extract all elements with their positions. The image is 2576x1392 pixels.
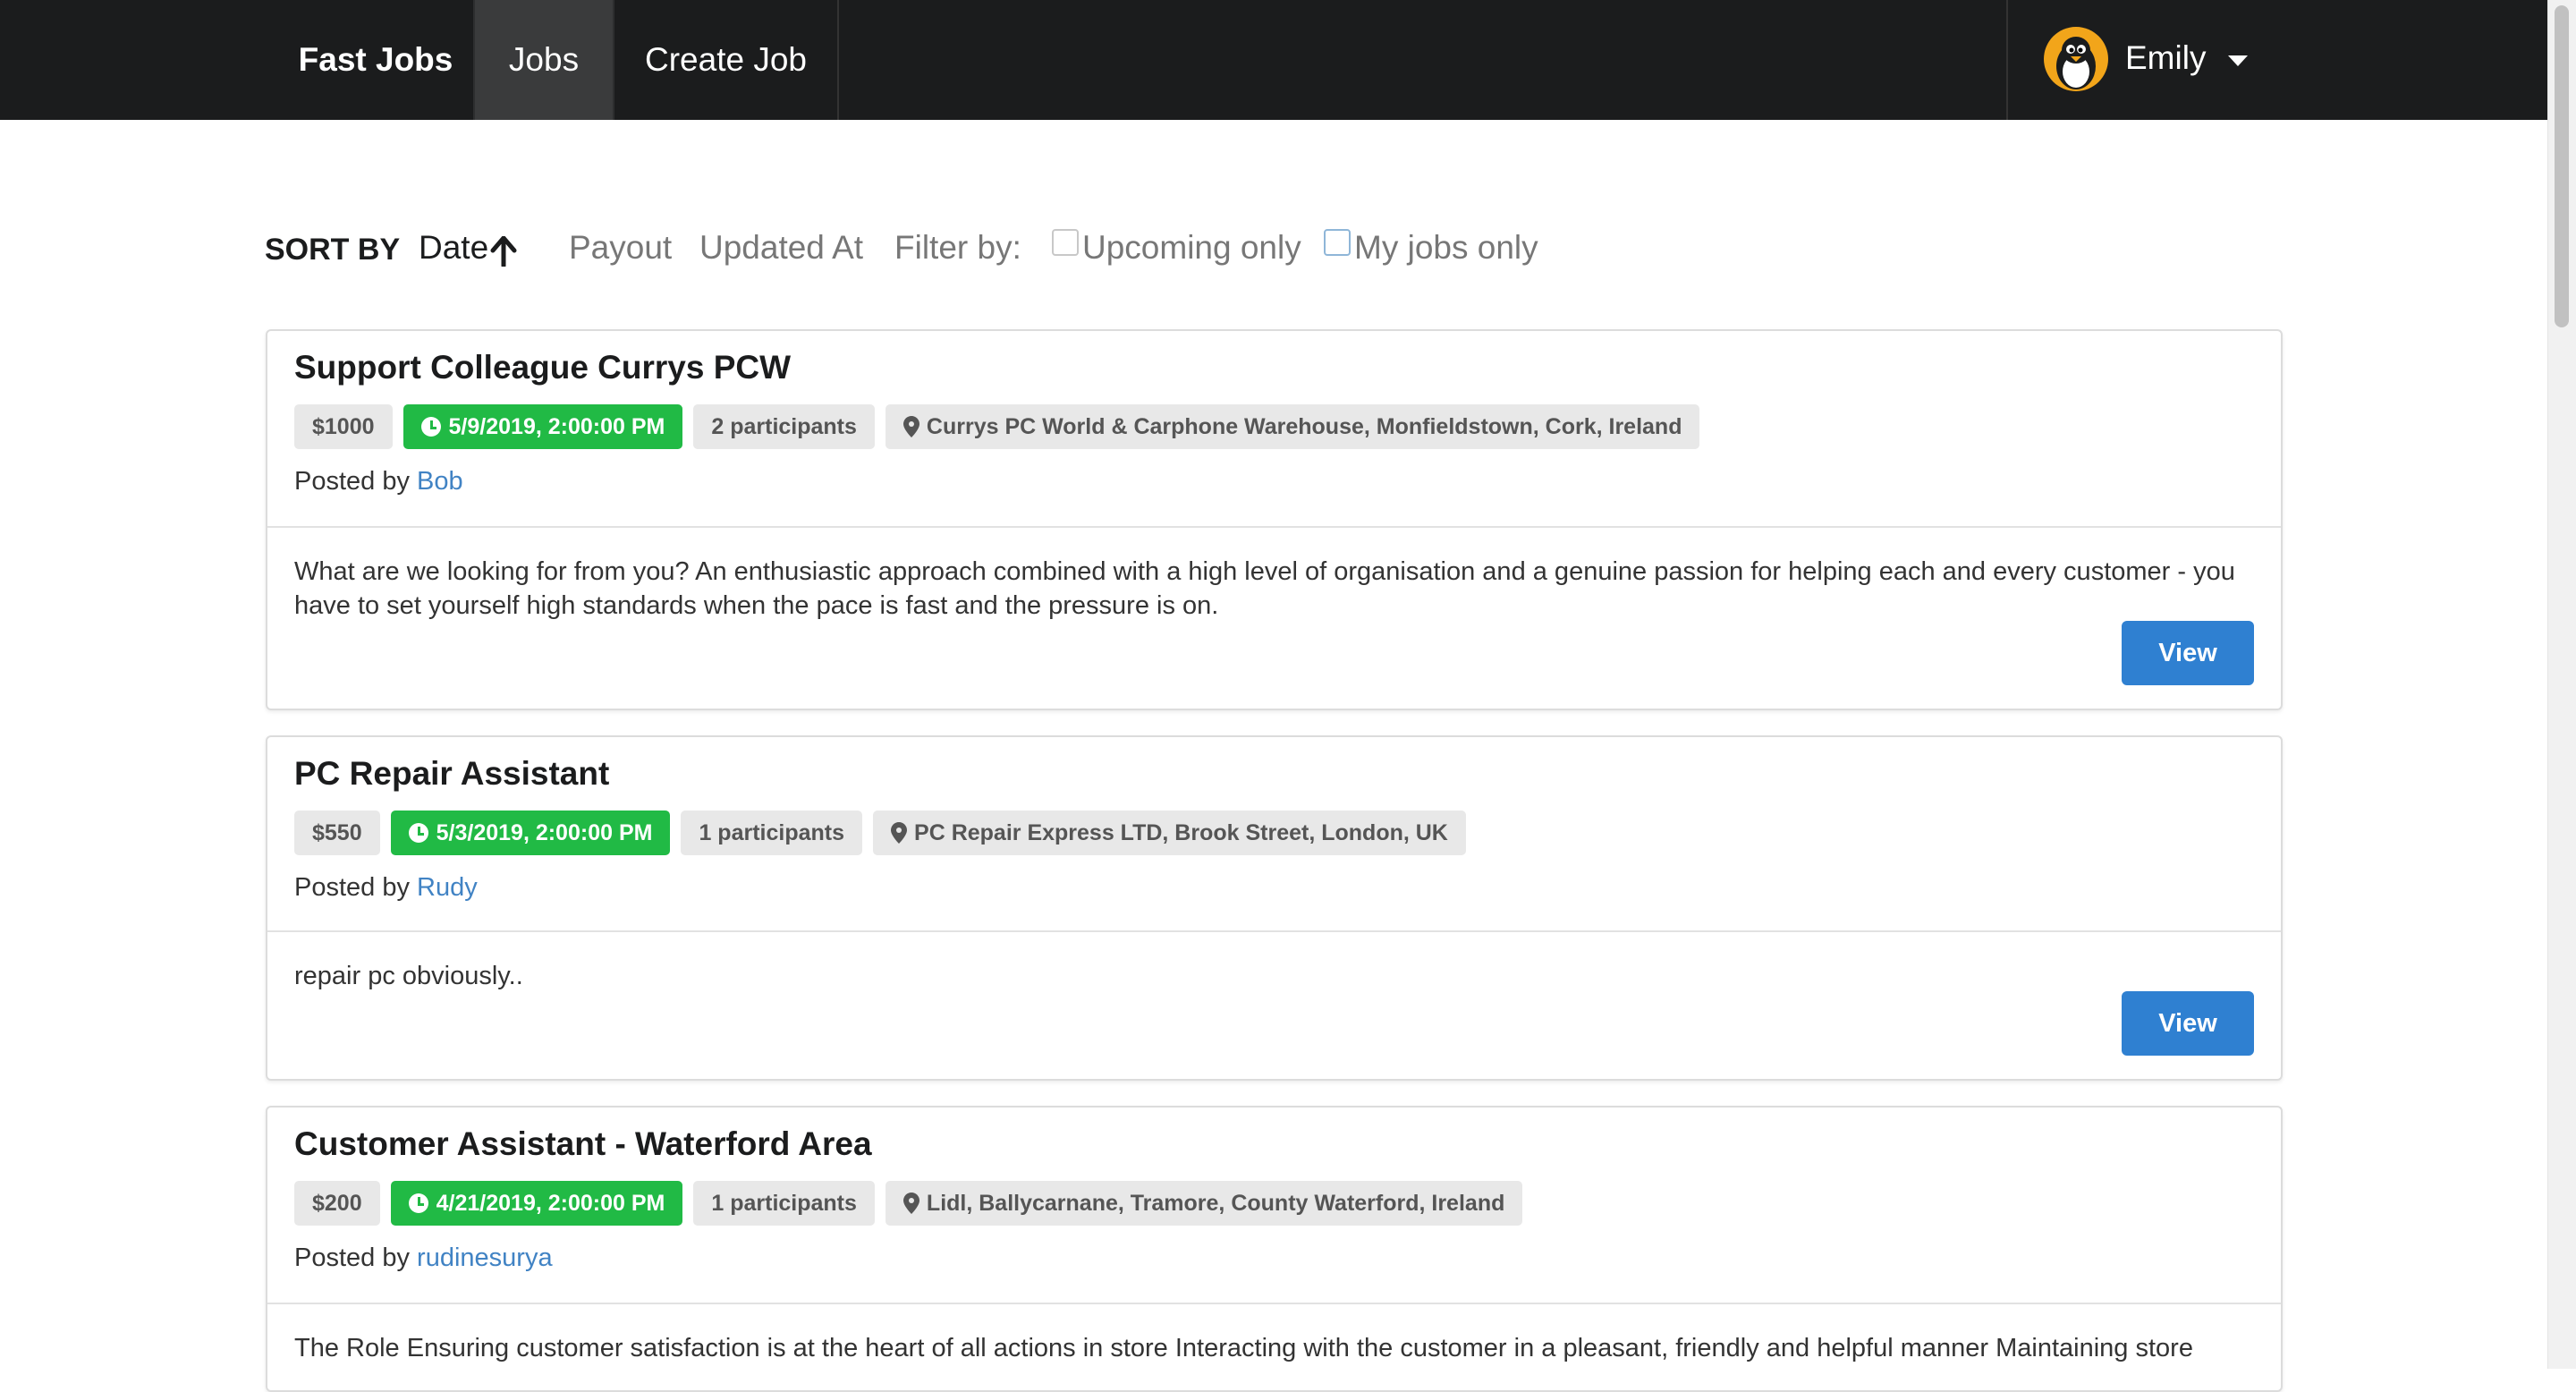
date-text: 4/21/2019, 2:00:00 PM <box>436 1191 665 1216</box>
upcoming-only-label[interactable]: Upcoming only <box>1082 229 1301 267</box>
posted-by-prefix: Posted by <box>294 467 410 496</box>
job-card-header: Support Colleague Currys PCW $1000 5/9/2… <box>267 331 2281 528</box>
date-label: 4/21/2019, 2:00:00 PM <box>390 1181 683 1226</box>
job-card-body: What are we looking for from you? An ent… <box>267 528 2281 709</box>
participants-label: 2 participants <box>693 404 875 449</box>
job-card-header: PC Repair Assistant $550 5/3/2019, 2:00:… <box>267 737 2281 932</box>
poster-link[interactable]: Bob <box>417 467 463 496</box>
job-card: PC Repair Assistant $550 5/3/2019, 2:00:… <box>266 735 2283 1081</box>
caret-down-icon <box>2228 55 2248 66</box>
page-scrollbar[interactable] <box>2547 0 2576 1369</box>
brand-link[interactable]: Fast Jobs <box>277 0 474 120</box>
my-jobs-only-checkbox[interactable] <box>1324 229 1351 256</box>
payout-label: $1000 <box>294 404 393 449</box>
user-name: Emily <box>2125 39 2207 76</box>
location-text: PC Repair Express LTD, Brook Street, Lon… <box>914 820 1448 845</box>
clock-icon <box>408 823 428 843</box>
job-card: Customer Assistant - Waterford Area $200… <box>266 1106 2283 1392</box>
job-card-body: repair pc obviously.. View <box>267 932 2281 1079</box>
date-text: 5/9/2019, 2:00:00 PM <box>448 414 665 439</box>
location-text: Currys PC World & Carphone Warehouse, Mo… <box>926 414 1682 439</box>
payout-label: $550 <box>294 811 380 855</box>
posted-by: Posted by Bob <box>294 467 463 497</box>
sort-by-heading: SORT BY <box>265 233 401 267</box>
date-label: 5/3/2019, 2:00:00 PM <box>390 811 671 855</box>
location-label: Currys PC World & Carphone Warehouse, Mo… <box>885 404 1700 449</box>
participants-label: 1 participants <box>693 1181 875 1226</box>
job-description: The Role Ensuring customer satisfaction … <box>294 1334 2193 1362</box>
job-labels: $550 5/3/2019, 2:00:00 PM 1 participants… <box>294 811 1466 855</box>
scrollbar-thumb[interactable] <box>2555 5 2569 327</box>
map-pin-icon <box>891 822 908 844</box>
job-card-body: The Role Ensuring customer satisfaction … <box>267 1304 2281 1390</box>
job-description: What are we looking for from you? An ent… <box>294 557 2235 620</box>
date-label: 5/9/2019, 2:00:00 PM <box>402 404 683 449</box>
sort-filter-bar: SORT BY Date Payout Updated At Filter by… <box>265 229 1964 279</box>
participants-label: 1 participants <box>681 811 863 855</box>
job-title[interactable]: Support Colleague Currys PCW <box>294 349 791 386</box>
clock-icon <box>408 1193 428 1213</box>
sort-date-option[interactable]: Date <box>419 229 488 267</box>
arrow-up-icon[interactable] <box>490 236 517 267</box>
location-text: Lidl, Ballycarnane, Tramore, County Wate… <box>926 1191 1505 1216</box>
job-labels: $200 4/21/2019, 2:00:00 PM 1 participant… <box>294 1181 1523 1226</box>
view-button[interactable]: View <box>2122 991 2254 1056</box>
sort-updated-at-option[interactable]: Updated At <box>699 229 863 267</box>
posted-by-prefix: Posted by <box>294 1243 410 1272</box>
nav-jobs-tab[interactable]: Jobs <box>473 0 613 120</box>
sort-payout-option[interactable]: Payout <box>569 229 672 267</box>
posted-by: Posted by rudinesurya <box>294 1243 553 1273</box>
job-title[interactable]: PC Repair Assistant <box>294 755 609 793</box>
date-text: 5/3/2019, 2:00:00 PM <box>436 820 653 845</box>
location-label: Lidl, Ballycarnane, Tramore, County Wate… <box>885 1181 1523 1226</box>
upcoming-only-checkbox[interactable] <box>1052 229 1079 256</box>
map-pin-icon <box>902 416 919 437</box>
job-title[interactable]: Customer Assistant - Waterford Area <box>294 1125 872 1163</box>
my-jobs-only-label[interactable]: My jobs only <box>1354 229 1538 267</box>
job-card-header: Customer Assistant - Waterford Area $200… <box>267 1108 2281 1304</box>
nav-create-job-tab[interactable]: Create Job <box>613 0 839 120</box>
job-card: Support Colleague Currys PCW $1000 5/9/2… <box>266 329 2283 710</box>
poster-link[interactable]: Rudy <box>417 873 478 902</box>
top-navbar: Fast Jobs Jobs Create Job Emily <box>0 0 2547 120</box>
map-pin-icon <box>902 1193 919 1214</box>
payout-label: $200 <box>294 1181 380 1226</box>
location-label: PC Repair Express LTD, Brook Street, Lon… <box>873 811 1466 855</box>
clock-icon <box>420 417 441 437</box>
posted-by-prefix: Posted by <box>294 873 410 902</box>
poster-link[interactable]: rudinesurya <box>417 1243 553 1272</box>
user-menu-dropdown[interactable]: Emily <box>2006 0 2260 120</box>
job-labels: $1000 5/9/2019, 2:00:00 PM 2 participant… <box>294 404 1700 449</box>
view-button[interactable]: View <box>2122 621 2254 685</box>
penguin-avatar-icon <box>2044 27 2108 91</box>
filter-by-label: Filter by: <box>894 229 1021 266</box>
posted-by: Posted by Rudy <box>294 873 478 903</box>
job-description: repair pc obviously.. <box>294 962 523 990</box>
